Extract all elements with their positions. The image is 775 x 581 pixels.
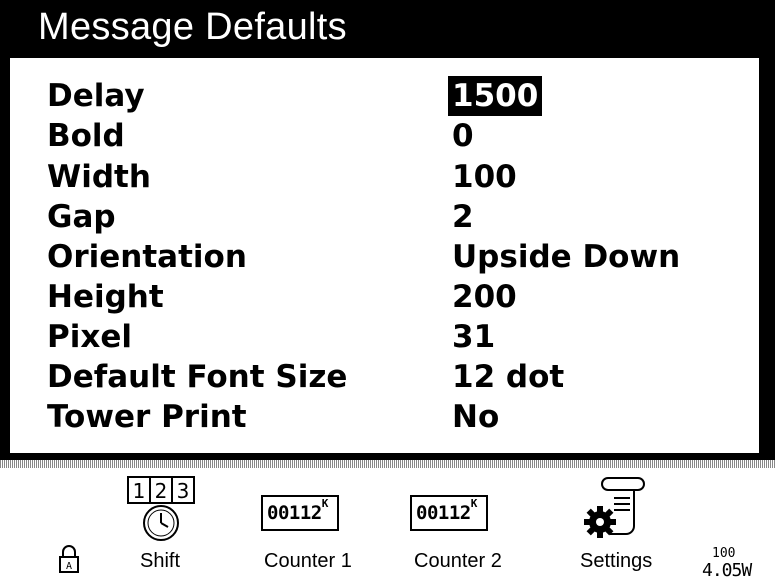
setting-value[interactable]: 12 dot [452,357,564,397]
counter-1-label: Counter 1 [264,550,352,572]
settings-panel: Delay 1500 Bold 0 Width 100 Gap 2 Orient… [10,58,759,453]
setting-value[interactable]: 0 [452,116,474,156]
setting-value[interactable]: No [452,397,499,437]
setting-row-width[interactable]: Width 100 [10,157,759,197]
setting-label: Orientation [47,239,247,275]
status-bottom-value: 4.05W [702,560,752,581]
shift-digit: 1 [133,479,146,503]
panel-divider [0,460,775,468]
settings-gear-icon [584,477,645,538]
setting-value[interactable]: 2 [452,197,474,237]
counter-1-value: 00112 [267,502,322,524]
shift-label: Shift [140,550,181,572]
setting-label: Gap [47,199,116,235]
setting-row-default-font-size[interactable]: Default Font Size 12 dot [10,357,759,397]
setting-row-bold[interactable]: Bold 0 [10,116,759,156]
counter-2-display: 00112K [410,495,488,531]
setting-row-orientation[interactable]: Orientation Upside Down [10,237,759,277]
counter-2-label: Counter 2 [414,550,502,572]
setting-value[interactable]: 100 [452,157,517,197]
setting-row-pixel[interactable]: Pixel 31 [10,317,759,357]
window-title: Message Defaults [38,6,347,48]
shift-clock-icon: 1 2 3 [127,476,195,541]
setting-row-gap[interactable]: Gap 2 [10,197,759,237]
settings-label: Settings [580,550,653,572]
message-defaults-window: Message Defaults Delay 1500 Bold 0 Width… [0,0,775,460]
setting-value[interactable]: 200 [452,277,517,317]
setting-label: Pixel [47,319,132,355]
setting-value[interactable]: 1500 [448,76,543,116]
setting-label: Tower Print [47,399,247,435]
lock-letter: A [66,561,72,572]
setting-value[interactable]: 31 [452,317,495,357]
counter-2-value: 00112 [416,502,471,524]
shift-digit: 2 [155,479,168,503]
setting-label: Default Font Size [47,359,348,395]
setting-label: Height [47,279,164,315]
counter-2-suffix: K [470,497,478,510]
setting-row-delay[interactable]: Delay 1500 [10,76,759,116]
lock-icon[interactable]: A [58,544,80,574]
status-top-value: 100 [712,546,736,561]
setting-label: Width [47,159,151,195]
counter-1-suffix: K [321,497,329,510]
setting-label: Delay [47,78,145,114]
setting-label: Bold [47,118,125,154]
shift-digit: 3 [177,479,190,503]
setting-row-height[interactable]: Height 200 [10,277,759,317]
counter-1-display: 00112K [261,495,339,531]
setting-value[interactable]: Upside Down [452,237,680,277]
setting-row-tower-print[interactable]: Tower Print No [10,397,759,437]
